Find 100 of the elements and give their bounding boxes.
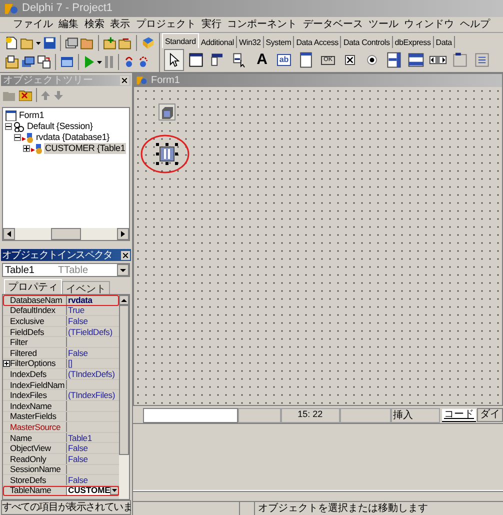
right-arrow-icon[interactable] [121,231,125,237]
step-icon[interactable] [137,55,149,70]
property-name: StoreDefs [9,474,46,485]
property-value[interactable]: (TIndexDefs) [67,368,115,379]
label-component[interactable]: A [256,52,268,68]
form-title: Form1 [151,76,180,86]
step-icon[interactable] [123,55,135,70]
database-component-icon[interactable] [158,103,176,121]
property-name: IndexFiles [9,390,47,400]
tree-item[interactable]: rvdata {Database1} [35,132,110,143]
object-type: TTable [58,264,90,278]
property-value[interactable]: [] [67,358,72,368]
plus-icon[interactable] [3,360,10,367]
property-row[interactable]: IndexFieldNam [3,380,119,390]
property-row[interactable]: FieldDefs (TFieldDefs) [3,326,119,338]
property-row[interactable]: Name Table1 [3,432,119,444]
left-arrow-icon[interactable] [7,231,11,237]
property-value[interactable]: False [67,454,88,464]
close-button[interactable] [120,76,129,85]
property-value[interactable]: False [67,348,88,358]
toggle-icon[interactable] [37,55,51,70]
menu-item[interactable]: 表示 [109,18,132,32]
menu-item[interactable]: 編集 [58,18,80,32]
property-value[interactable]: (TFieldDefs) [67,326,112,337]
editor-tab[interactable]: コード [442,408,476,422]
close-button[interactable] [121,250,130,260]
property-value[interactable]: False [67,474,88,485]
palette-button[interactable]: A [252,49,272,71]
property-row[interactable]: StoreDefs False [3,475,119,486]
inspector-tab[interactable]: イベント [62,281,110,294]
insert-mode: 挿入 [392,408,413,422]
property-row[interactable]: SessionName [3,464,119,476]
horizontal-scrollbar[interactable] [3,228,129,240]
windows-icon[interactable] [21,55,35,70]
combobox-icon [407,51,425,69]
property-value[interactable]: False [67,443,88,454]
property-row[interactable]: MasterFields [3,412,119,422]
menu-item[interactable]: ウィンドウ [403,18,456,32]
property-row[interactable]: DefaultIndex True [3,306,119,316]
menu-item[interactable]: コンポーネント [226,18,298,32]
property-row[interactable]: Filtered False [3,348,119,359]
vertical-scrollbar[interactable] [119,295,129,499]
form-logo-icon [136,75,147,86]
edit-component[interactable]: ab [277,54,291,66]
palette-button[interactable] [164,49,184,71]
object-selector[interactable]: Table1 TTable [2,263,130,277]
palette-button[interactable]: ab [274,49,294,71]
property-row[interactable]: Filter [3,337,119,348]
property-value[interactable]: (TIndexFiles) [67,390,115,400]
property-name: FieldDefs [9,326,44,337]
save-icon[interactable] [42,36,56,50]
property-row[interactable]: IndexDefs (TIndexDefs) [3,369,119,380]
property-row[interactable]: ReadOnly False [3,454,119,464]
remove-file-icon[interactable] [118,36,132,50]
session-icon [13,121,25,132]
editor-input-field[interactable] [143,408,238,422]
property-row[interactable]: Exclusive False [3,316,119,327]
property-name: DatabaseNam [9,295,62,305]
expand-toggle[interactable] [23,145,30,152]
property-value[interactable]: Table1 [67,432,92,443]
palette-tab[interactable]: Standard [162,33,199,48]
property-row[interactable]: FilterOptions [] [3,358,119,370]
window-title: Delphi 7 - Project1 [22,1,112,16]
folder-icon[interactable] [80,36,94,50]
radio-group-icon [473,51,491,69]
folder-icon[interactable] [20,36,34,50]
menu-item[interactable]: 検索 [83,18,106,32]
up-arrow-icon[interactable] [121,298,127,302]
menu-item[interactable]: データベース [302,18,364,32]
tree-item[interactable]: Form1 [18,110,46,121]
windows-icon[interactable] [65,36,78,50]
menu-item[interactable]: 実行 [200,18,222,32]
property-value[interactable]: False [67,316,88,326]
inspector-tab[interactable]: プロパティ [4,279,62,294]
expand-toggle[interactable] [5,123,12,130]
property-name: SessionName [9,464,61,474]
property-row[interactable]: IndexFiles (TIndexFiles) [3,390,119,401]
menu-item[interactable]: ツール [368,18,400,32]
expand-toggle[interactable] [14,134,21,141]
editor-tab[interactable]: ダイ [476,408,503,422]
menu-item[interactable]: ヘルプ [458,18,491,32]
menu-item[interactable]: プロジェクト [134,18,197,32]
property-value[interactable]: True [67,305,84,316]
property-row[interactable]: DatabaseNam rvdata [3,295,119,306]
form-icon[interactable] [60,55,74,70]
property-name: ReadOnly [9,454,46,464]
tree-item[interactable]: Default {Session} [26,121,94,132]
property-row[interactable]: MasterSource [3,422,119,433]
tree-item[interactable]: CUSTOMER {Table1 [44,143,126,154]
document-icon[interactable] [5,36,18,50]
add-file-icon[interactable] [102,36,116,50]
property-row[interactable]: IndexName [3,400,119,412]
property-name: IndexName [9,400,52,411]
menu-item[interactable]: ファイル [12,18,54,32]
property-row[interactable]: TableName CUSTOME [3,486,119,496]
property-row[interactable]: ObjectView False [3,443,119,454]
files-icon[interactable] [5,55,19,70]
folder-icon[interactable] [19,89,32,101]
property-value[interactable]: rvdata [67,295,92,305]
property-name: Exclusive [9,316,44,326]
